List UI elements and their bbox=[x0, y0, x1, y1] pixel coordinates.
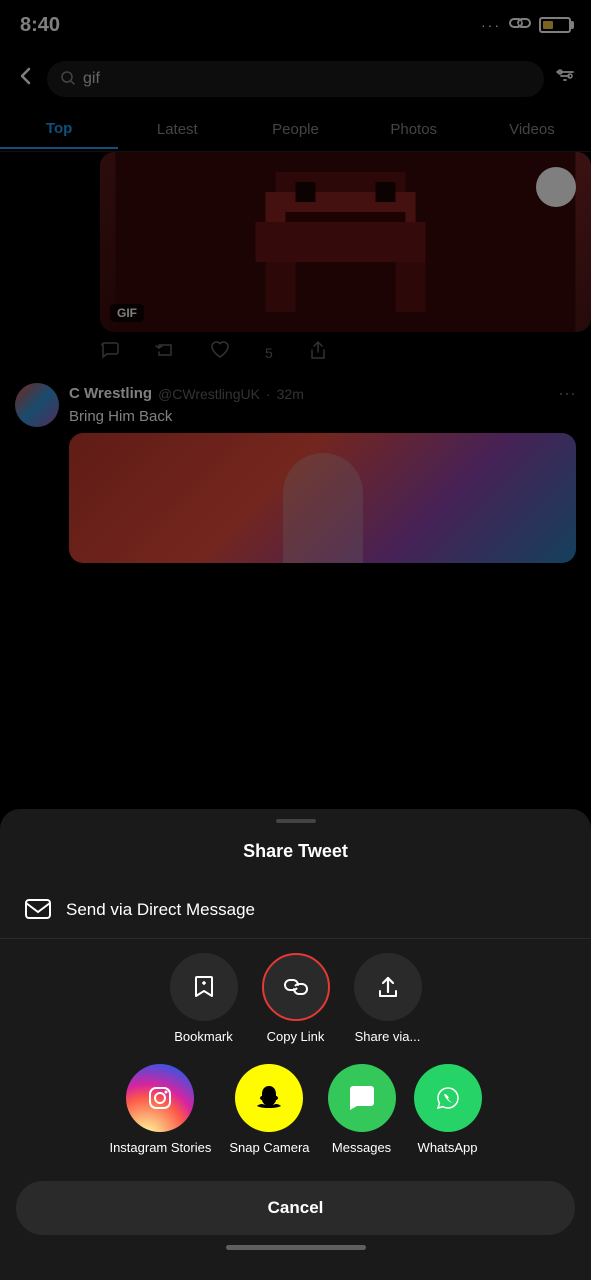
share-sheet-title: Share Tweet bbox=[0, 841, 591, 862]
share-sheet: Share Tweet Send via Direct Message Book… bbox=[0, 809, 591, 1280]
whatsapp-icon bbox=[414, 1064, 482, 1132]
dm-icon bbox=[24, 896, 52, 924]
home-indicator bbox=[226, 1245, 366, 1250]
whatsapp-label: WhatsApp bbox=[418, 1140, 478, 1155]
actions-row: Bookmark Copy Link Share via... bbox=[0, 953, 591, 1064]
share-via-label: Share via... bbox=[355, 1029, 421, 1044]
snapchat-label: Snap Camera bbox=[229, 1140, 309, 1155]
snapchat-button[interactable]: Snap Camera bbox=[229, 1064, 309, 1155]
copy-link-icon-circle bbox=[262, 953, 330, 1021]
snapchat-icon bbox=[235, 1064, 303, 1132]
instagram-icon bbox=[126, 1064, 194, 1132]
messages-button[interactable]: Messages bbox=[328, 1064, 396, 1155]
share-via-button[interactable]: Share via... bbox=[354, 953, 422, 1044]
sheet-handle bbox=[276, 819, 316, 823]
cancel-button[interactable]: Cancel bbox=[16, 1181, 575, 1235]
instagram-button[interactable]: Instagram Stories bbox=[109, 1064, 211, 1155]
copy-link-button[interactable]: Copy Link bbox=[262, 953, 330, 1044]
bookmark-button[interactable]: Bookmark bbox=[170, 953, 238, 1044]
whatsapp-button[interactable]: WhatsApp bbox=[414, 1064, 482, 1155]
share-via-icon-circle bbox=[354, 953, 422, 1021]
copy-link-label: Copy Link bbox=[267, 1029, 325, 1044]
bookmark-icon-circle bbox=[170, 953, 238, 1021]
apps-row: Instagram Stories Snap Camera Messages bbox=[0, 1064, 591, 1175]
cancel-label: Cancel bbox=[268, 1198, 324, 1218]
send-dm-row[interactable]: Send via Direct Message bbox=[0, 882, 591, 939]
instagram-label: Instagram Stories bbox=[109, 1140, 211, 1155]
bookmark-label: Bookmark bbox=[174, 1029, 233, 1044]
messages-icon bbox=[328, 1064, 396, 1132]
dm-label: Send via Direct Message bbox=[66, 900, 255, 920]
messages-label: Messages bbox=[332, 1140, 391, 1155]
